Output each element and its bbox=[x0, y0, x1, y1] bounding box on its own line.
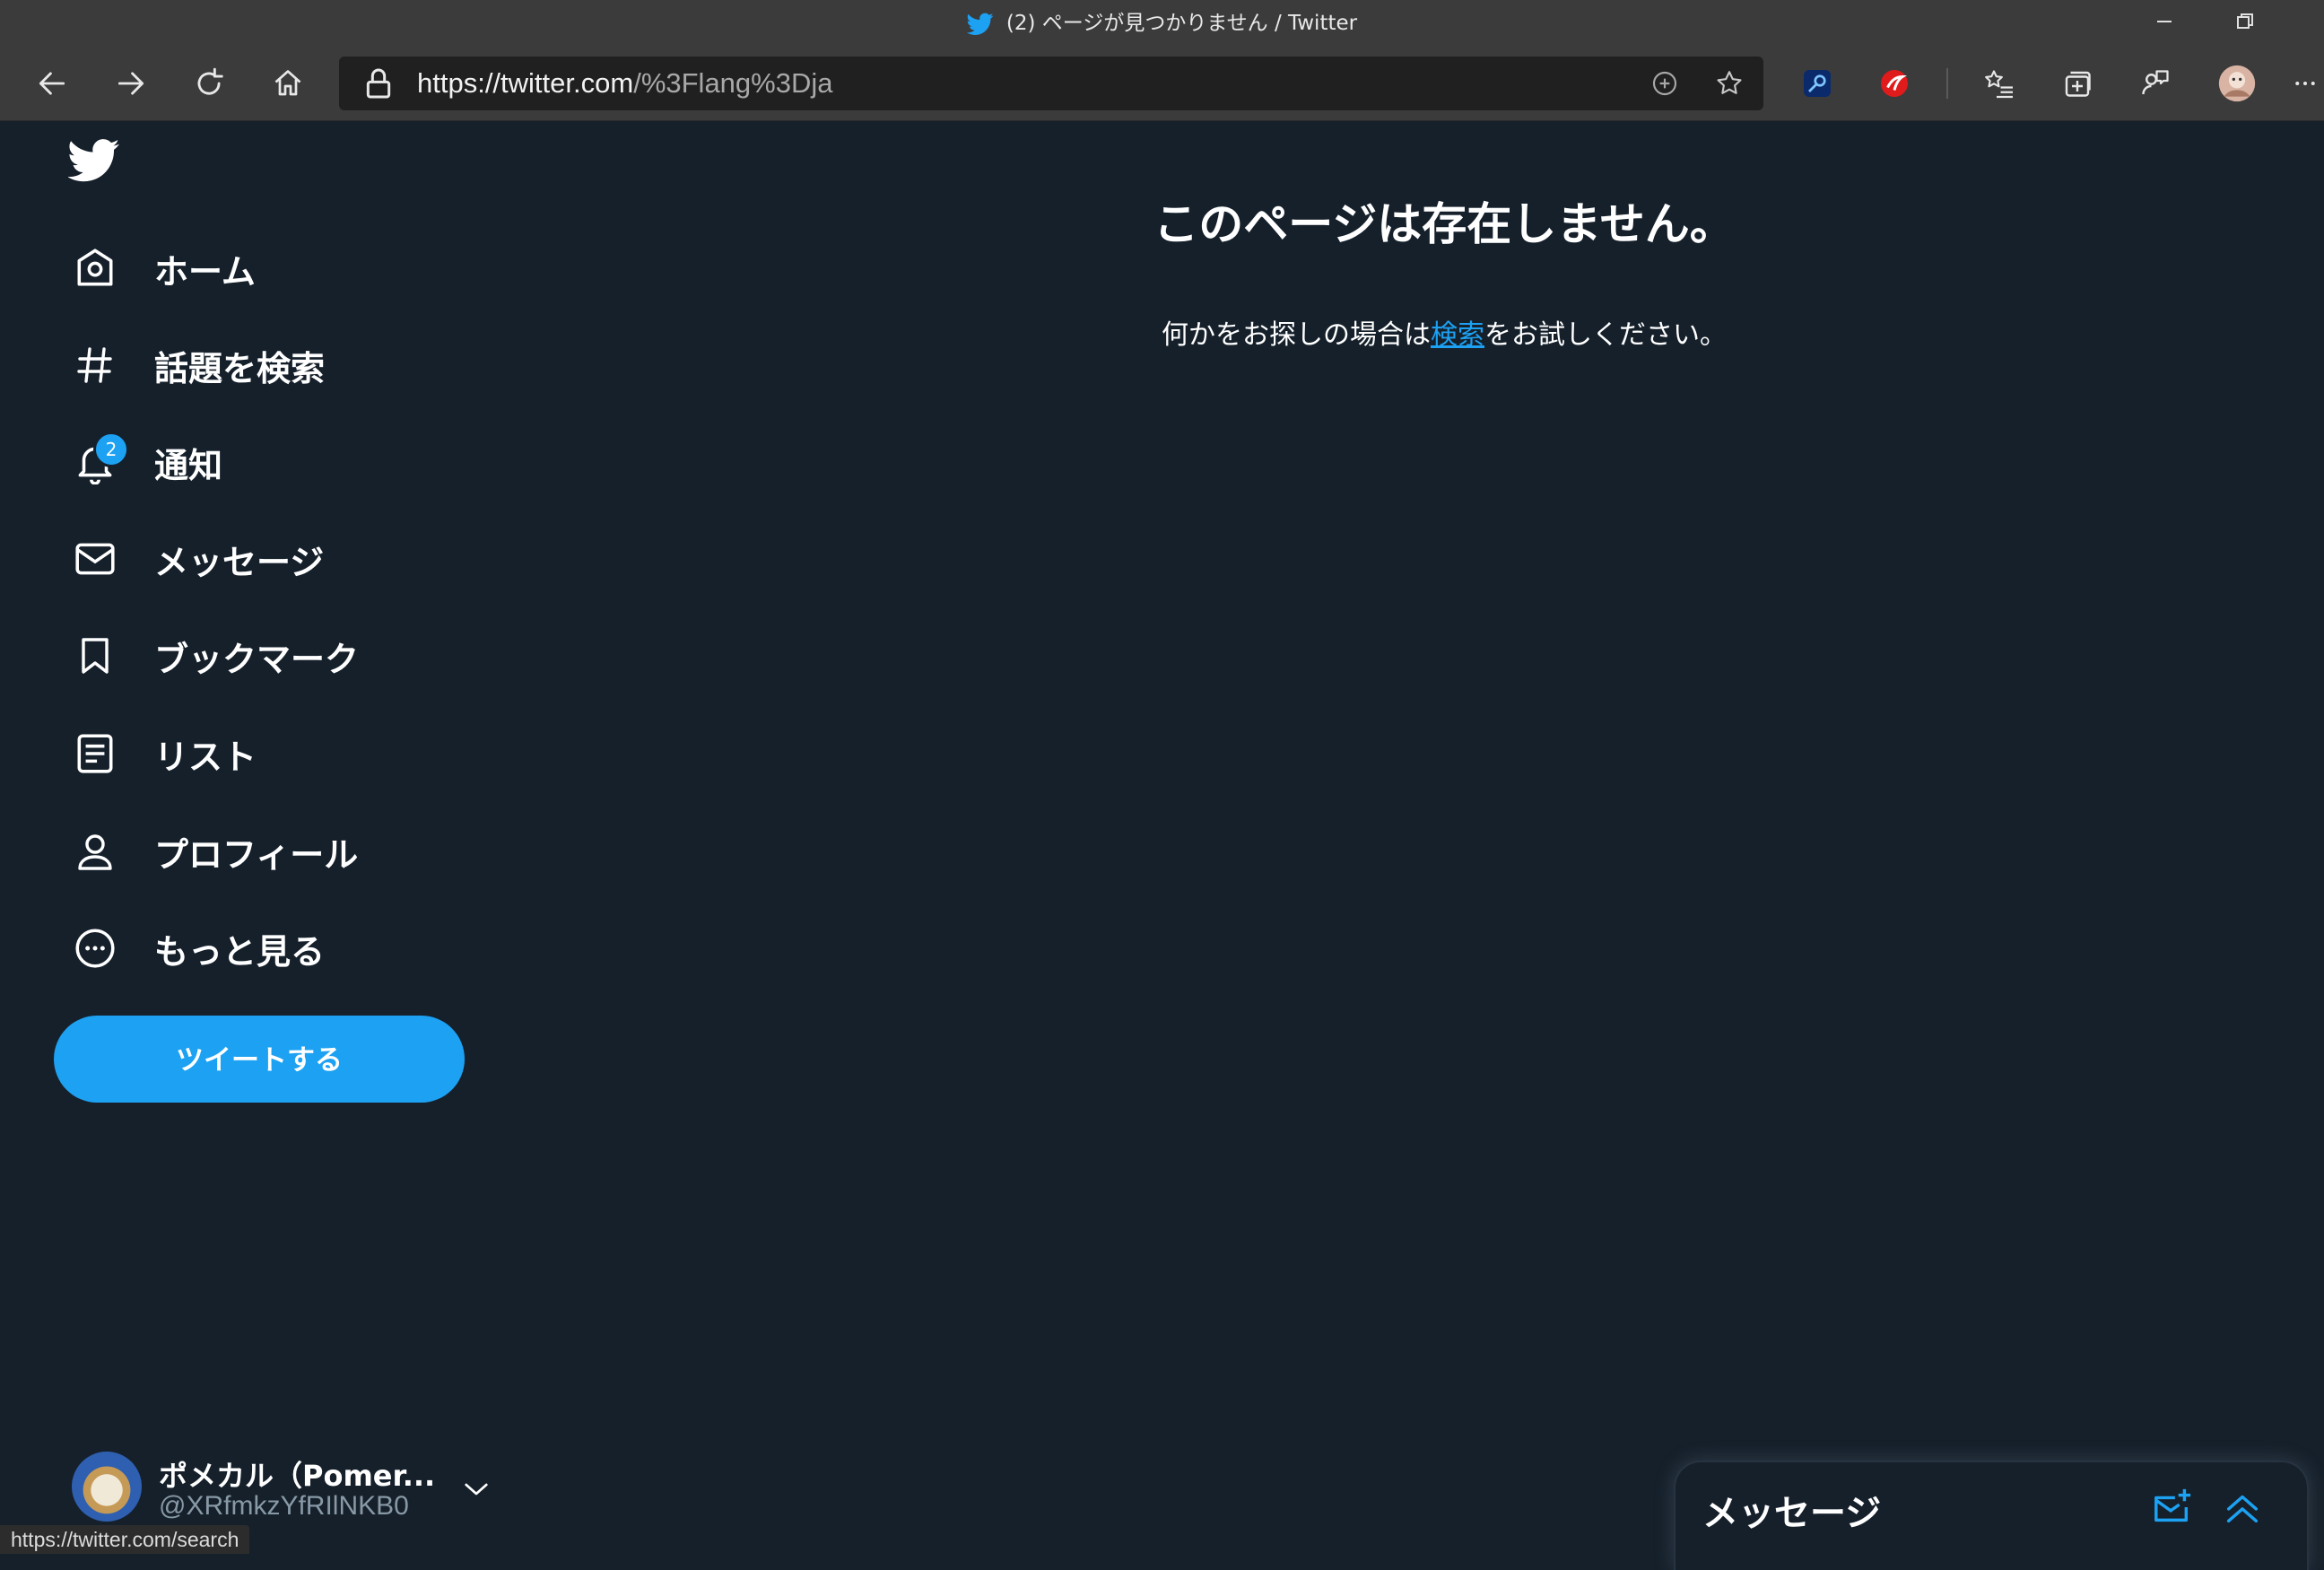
sidebar-item-label: もっと見る bbox=[154, 931, 326, 972]
more-circle-icon bbox=[65, 918, 126, 979]
message-text-before: 何かをお探しの場合は bbox=[1162, 319, 1431, 351]
sidebar-item-label: プロフィール bbox=[154, 834, 359, 875]
sidebar-item-profile[interactable]: プロフィール bbox=[65, 811, 358, 892]
home-browser-button[interactable] bbox=[265, 61, 310, 106]
twitter-logo-icon[interactable] bbox=[68, 138, 129, 192]
collections-icon[interactable] bbox=[2055, 61, 2100, 106]
bell-icon: 2 bbox=[65, 432, 129, 493]
chevron-down-icon[interactable] bbox=[456, 1471, 497, 1507]
window-title: (2) ページが見つかりません / Twitter bbox=[0, 0, 2324, 47]
hashtag-icon bbox=[65, 335, 126, 396]
sidebar-item-messages[interactable]: メッセージ bbox=[65, 519, 324, 599]
sidebar-item-label: ブックマーク bbox=[154, 639, 360, 679]
favorite-star-icon[interactable] bbox=[1707, 61, 1752, 106]
url-path: /%3Flang%3Dja bbox=[633, 67, 833, 99]
search-link[interactable]: 検索 bbox=[1431, 319, 1484, 351]
account-name[interactable]: ポメカル（Pomer... bbox=[159, 1453, 435, 1495]
sidebar-item-lists[interactable]: リスト bbox=[65, 713, 257, 794]
message-text-after: をお試しください。 bbox=[1484, 319, 1727, 351]
refresh-button[interactable] bbox=[187, 61, 231, 106]
sidebar-item-bookmarks[interactable]: ブックマーク bbox=[65, 615, 359, 696]
url-host: https://twitter.com bbox=[417, 67, 634, 99]
favorites-list-icon[interactable] bbox=[1977, 61, 2022, 106]
url-text[interactable]: https://twitter.com/%3Flang%3Dja bbox=[417, 57, 833, 110]
feedback-icon[interactable] bbox=[2133, 61, 2178, 106]
sidebar-item-home[interactable]: ホーム bbox=[65, 228, 256, 309]
twitter-favicon-icon bbox=[966, 13, 994, 36]
sidebar-item-label: ホーム bbox=[154, 251, 256, 292]
error-message: 何かをお探しの場合は検索をお試しください。 bbox=[969, 312, 1919, 352]
new-message-icon[interactable] bbox=[2147, 1482, 2198, 1532]
tweet-button[interactable]: ツイートする bbox=[54, 1016, 465, 1103]
minimize-button[interactable] bbox=[2126, 0, 2203, 43]
bookmark-icon bbox=[65, 625, 126, 686]
sidebar-item-more[interactable]: もっと見る bbox=[65, 908, 325, 989]
back-button[interactable] bbox=[30, 61, 74, 106]
envelope-icon bbox=[65, 528, 126, 589]
sidebar-item-label: リスト bbox=[154, 737, 257, 777]
avatar[interactable] bbox=[72, 1452, 142, 1522]
more-menu-icon[interactable] bbox=[2289, 61, 2321, 106]
restore-button[interactable] bbox=[2206, 0, 2284, 43]
lock-icon[interactable] bbox=[361, 65, 396, 101]
toolbar-divider bbox=[1946, 68, 1948, 99]
add-page-icon[interactable] bbox=[1642, 61, 1687, 106]
sidebar-item-label: メッセージ bbox=[154, 542, 325, 582]
extension-key-icon[interactable] bbox=[1795, 61, 1840, 106]
account-handle[interactable]: @XRfmkzYfRIlNKB0 bbox=[159, 1491, 409, 1522]
extension-red-icon[interactable] bbox=[1872, 61, 1917, 106]
notification-badge: 2 bbox=[93, 432, 129, 467]
sidebar-item-explore[interactable]: 話題を検索 bbox=[65, 325, 325, 406]
sidebar-item-label: 通知 bbox=[154, 445, 223, 485]
window-title-text: (2) ページが見つかりません / Twitter bbox=[1005, 12, 1358, 35]
messages-drawer-title[interactable]: メッセージ bbox=[1702, 1484, 1881, 1536]
sidebar-item-label: 話題を検索 bbox=[154, 348, 326, 388]
list-icon bbox=[65, 723, 126, 784]
sidebar-item-notifications[interactable]: 2 通知 bbox=[65, 422, 222, 502]
forward-button[interactable] bbox=[109, 61, 153, 106]
expand-up-icon[interactable] bbox=[2217, 1482, 2267, 1532]
home-icon bbox=[65, 238, 126, 299]
person-icon bbox=[65, 821, 126, 882]
status-bar-url: https://twitter.com/search bbox=[0, 1525, 250, 1554]
profile-avatar-icon[interactable] bbox=[2215, 61, 2259, 106]
page-title: このページは存在しません。 bbox=[1153, 198, 1735, 250]
